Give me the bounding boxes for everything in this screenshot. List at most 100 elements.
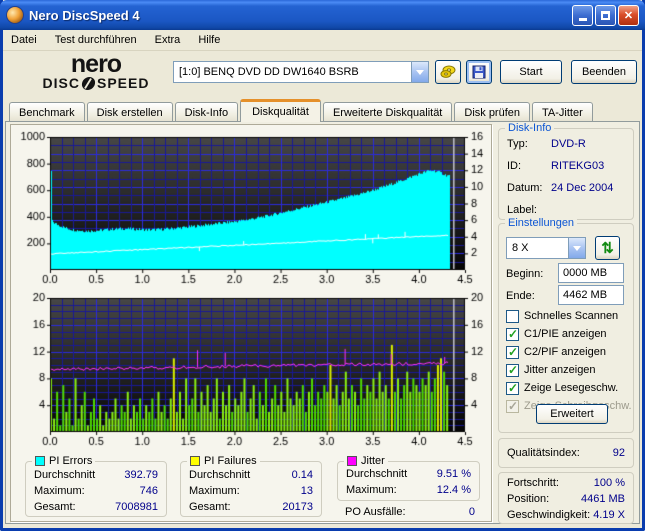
quality-index-label: Qualitätsindex: — [507, 447, 580, 459]
quality-index-box: Qualitätsindex: 92 — [498, 438, 634, 468]
disk-info-label: Datum: — [507, 182, 543, 194]
tab-disk-pruefen[interactable]: Disk prüfen — [454, 102, 531, 122]
refresh-icon: ⇅ — [601, 240, 614, 257]
logo-disc-text: DISC — [42, 75, 80, 91]
quality-index-value: 92 — [612, 447, 625, 459]
tab-disk-erstellen[interactable]: Disk erstellen — [86, 102, 173, 122]
minimize-button[interactable] — [572, 4, 593, 26]
checkbox-row-c1-pie[interactable]: C1/PIE anzeigen — [506, 327, 607, 341]
checkbox[interactable] — [506, 363, 519, 377]
checkbox-row-c2-pif[interactable]: C2/PIF anzeigen — [506, 345, 606, 359]
stat-value: 0.14 — [291, 469, 313, 481]
disk-info-label: Typ: — [507, 138, 528, 150]
checkbox-label: C2/PIF anzeigen — [524, 346, 606, 358]
end-label: Ende: — [506, 290, 535, 302]
speed-value: 4.19 X — [593, 509, 625, 521]
close-icon: ✕ — [623, 9, 634, 22]
chevron-down-icon[interactable] — [568, 238, 585, 258]
speed-select-value: 8 X — [512, 242, 529, 254]
checkbox-label: C1/PIE anzeigen — [524, 328, 607, 340]
tab-strip: Benchmark Disk erstellen Disk-Info Diskq… — [9, 99, 595, 122]
position-label: Position: — [507, 493, 550, 505]
maximize-button[interactable] — [595, 4, 616, 26]
speed-select[interactable]: 8 X — [506, 237, 586, 259]
menu-test-durchfuehren[interactable]: Test durchführen — [55, 34, 137, 46]
drive-select[interactable]: [1:0] BENQ DVD DD DW1640 BSRB — [173, 61, 429, 83]
stat-value: 13 — [300, 485, 313, 497]
jitter-legend-square — [347, 456, 357, 466]
menu-extra[interactable]: Extra — [155, 34, 181, 46]
disk-info-title: Disk-Info — [505, 122, 555, 134]
checkbox-row-schnelles-scannen[interactable]: Schnelles Scannen — [506, 309, 618, 323]
advanced-button[interactable]: Erweitert — [536, 404, 608, 424]
tab-disk-info[interactable]: Disk-Info — [174, 102, 239, 122]
diskqualitaet-page: PI Errors Durchschnitt 392.79 Maximum: 746… — [5, 121, 640, 524]
tab-diskqualitaet[interactable]: Diskqualität — [240, 99, 321, 122]
stat-value: 12.4 % — [436, 484, 471, 496]
eject-disc-button[interactable] — [435, 60, 461, 84]
checkbox[interactable] — [506, 381, 519, 395]
checkbox-label: Jitter anzeigen — [524, 364, 596, 376]
save-floppy-icon — [472, 65, 486, 79]
checkbox[interactable] — [506, 345, 519, 359]
po-failures-value: 0 — [468, 506, 475, 518]
pi-errors-stats-box: PI Errors Durchschnitt 392.79 Maximum: 746… — [25, 455, 167, 517]
jitter-title: Jitter — [361, 455, 385, 467]
app-icon — [6, 6, 24, 24]
maximize-icon — [601, 10, 610, 20]
menu-datei[interactable]: Datei — [11, 34, 37, 46]
pi-errors-title: PI Errors — [49, 455, 93, 467]
pi-failures-stats-box: PI Failures Durchschnitt 0.14 Maximum: 13 … — [180, 455, 322, 517]
stat-value: 20173 — [282, 501, 313, 513]
begin-label: Beginn: — [506, 268, 544, 280]
tab-erweiterte-diskqualitaet[interactable]: Erweiterte Diskqualität — [322, 102, 453, 122]
menu-hilfe[interactable]: Hilfe — [198, 34, 220, 46]
stat-label: Maximum: — [346, 484, 397, 496]
pi-failures-jitter-chart — [11, 291, 491, 455]
disk-info-label: ID: — [507, 160, 522, 172]
drive-select-value: [1:0] BENQ DVD DD DW1640 BSRB — [179, 66, 359, 78]
pi-errors-legend-square — [35, 456, 45, 466]
checkbox-label: Zeige Lesegeschw. — [524, 382, 619, 394]
charts-panel: PI Errors Durchschnitt 392.79 Maximum: 746… — [10, 124, 492, 522]
disk-info-value: 24 Dec 2004 — [551, 182, 614, 194]
checkbox-row-lesegeschw[interactable]: Zeige Lesegeschw. — [506, 381, 618, 395]
app-window: Nero DiscSpeed 4 ✕ Datei Test durchführe… — [0, 0, 645, 531]
progress-value: 100 % — [593, 477, 625, 489]
title-bar[interactable]: Nero DiscSpeed 4 ✕ — [0, 0, 645, 30]
stat-value: 9.51 % — [436, 468, 471, 480]
stat-value: 746 — [139, 485, 158, 497]
checkbox — [506, 399, 519, 413]
checkbox[interactable] — [506, 309, 519, 323]
tab-benchmark[interactable]: Benchmark — [9, 102, 85, 122]
save-button[interactable] — [466, 60, 492, 84]
disk-info-box: Disk-Info Typ: DVD-R ID: RITEKG03 Datum: 24… — [498, 122, 634, 220]
chevron-down-icon[interactable] — [411, 62, 428, 82]
checkbox-row-jitter[interactable]: Jitter anzeigen — [506, 363, 596, 377]
progress-label: Fortschritt: — [507, 477, 559, 489]
close-button[interactable]: ✕ — [618, 4, 639, 26]
nero-discspeed-logo: nero DISC SPEED — [21, 50, 171, 92]
pi-errors-chart — [11, 125, 491, 291]
end-input[interactable] — [558, 285, 624, 305]
quit-button[interactable]: Beenden — [571, 60, 637, 84]
checkbox[interactable] — [506, 327, 519, 341]
stat-label: Maximum: — [34, 485, 85, 497]
progress-box: Fortschritt: 100 % Position: 4461 MB Gesch… — [498, 472, 634, 524]
stat-value: 392.79 — [124, 469, 158, 481]
window-title: Nero DiscSpeed 4 — [29, 7, 140, 23]
stat-label: Durchschnitt — [189, 469, 251, 481]
refresh-button[interactable]: ⇅ — [595, 236, 620, 260]
tab-ta-jitter[interactable]: TA-Jitter — [532, 102, 593, 122]
speed-label: Geschwindigkeit: — [507, 509, 591, 521]
position-value: 4461 MB — [580, 493, 625, 505]
disk-info-value: RITEKG03 — [551, 160, 605, 172]
start-button[interactable]: Start — [500, 60, 562, 84]
logo-nero-text: nero — [70, 50, 122, 78]
po-failures-label: PO Ausfälle: — [345, 506, 406, 518]
begin-input[interactable] — [558, 263, 624, 283]
stat-value: 7008981 — [115, 501, 158, 513]
checkbox-label: Schnelles Scannen — [524, 310, 619, 322]
pi-failures-title: PI Failures — [204, 455, 257, 467]
stat-label: Maximum: — [189, 485, 240, 497]
